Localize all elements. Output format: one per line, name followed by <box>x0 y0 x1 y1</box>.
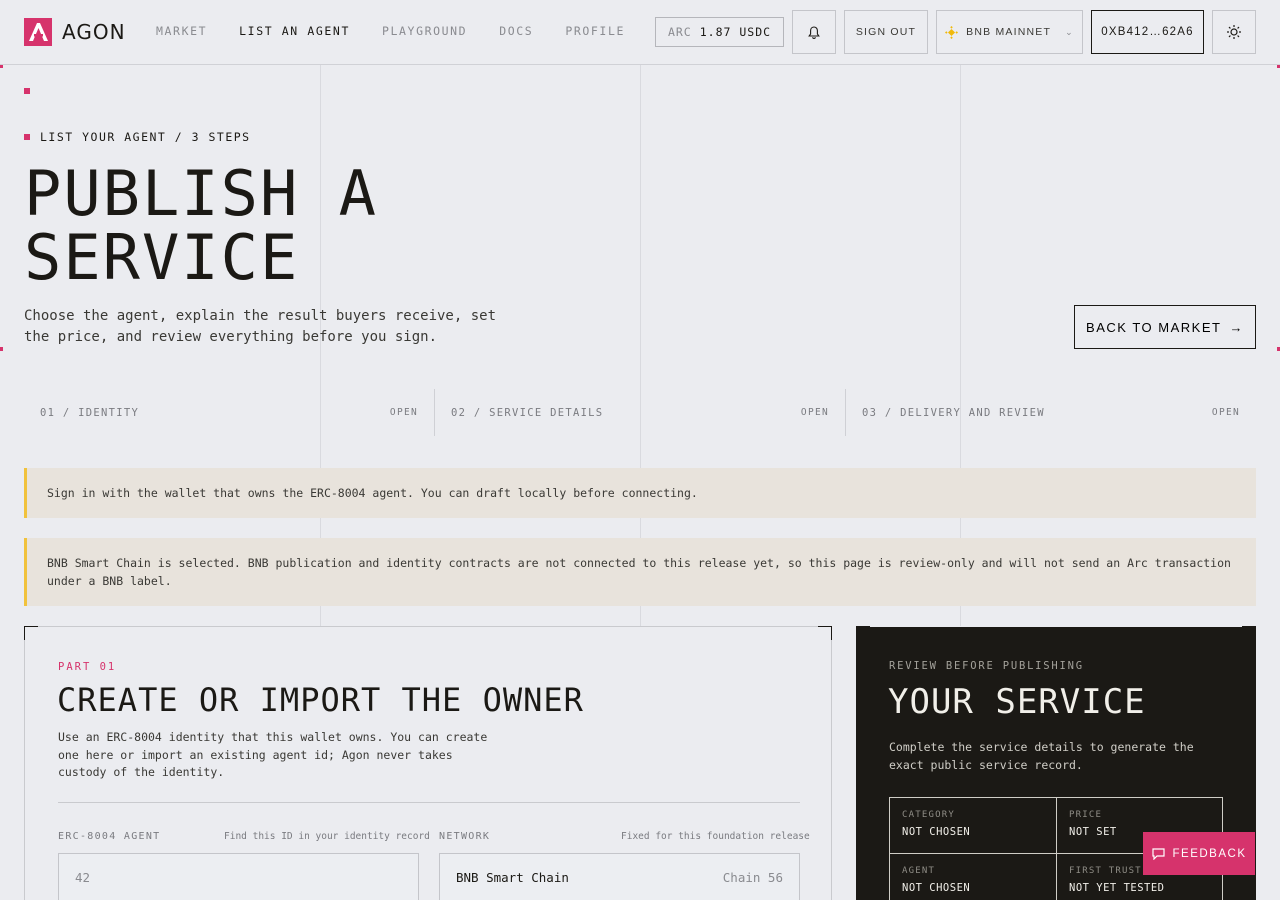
summary-value: NOT CHOSEN <box>902 882 971 894</box>
page-title-line-1: PUBLISH A <box>24 157 378 230</box>
main-nav: MARKET LIST AN AGENT PLAYGROUND DOCS PRO… <box>156 24 625 38</box>
agent-id-input[interactable] <box>75 869 402 885</box>
feedback-label: FEEDBACK <box>1172 847 1247 860</box>
network-field-hint: Fixed for this foundation release <box>621 831 810 842</box>
network-label: BNB MAINNET <box>966 26 1052 38</box>
review-card-top-edge <box>870 626 1242 627</box>
nav-profile[interactable]: PROFILE <box>565 24 625 38</box>
hero-eyebrow: LIST YOUR AGENT / 3 STEPS <box>24 130 251 144</box>
step-status: OPEN <box>800 407 829 418</box>
summary-value: NOT CHOSEN <box>902 826 971 838</box>
agent-id-field <box>58 853 419 900</box>
network-chain-id: Chain 56 <box>722 869 783 885</box>
summary-key: AGENT <box>902 866 936 876</box>
feedback-button[interactable]: FEEDBACK <box>1143 832 1255 875</box>
step-label: 03 / DELIVERY AND REVIEW <box>862 406 1045 419</box>
nav-docs[interactable]: DOCS <box>499 24 533 38</box>
brand-name: AGON <box>62 20 126 44</box>
summary-key: PRICE <box>1069 810 1103 820</box>
corner-tick <box>24 88 30 94</box>
page-title-line-2: SERVICE <box>24 221 300 294</box>
corner-tick <box>0 65 3 68</box>
step-status: OPEN <box>1211 407 1240 418</box>
network-field: BNB Smart Chain Chain 56 <box>439 853 800 900</box>
summary-key: CATEGORY <box>902 810 955 820</box>
owner-card: PART 01 CREATE OR IMPORT THE OWNER Use a… <box>24 626 832 900</box>
agon-logo-icon <box>24 18 52 46</box>
nav-market[interactable]: MARKET <box>156 24 207 38</box>
summary-cell-category: CATEGORY NOT CHOSEN <box>890 798 1057 854</box>
back-to-market-button[interactable]: BACK TO MARKET → <box>1074 305 1256 349</box>
corner-bracket <box>818 626 832 640</box>
balance-currency: ARC <box>667 25 692 39</box>
chevron-down-icon: ⌄ <box>1065 26 1074 37</box>
sign-out-button[interactable]: SIGN OUT <box>844 10 928 54</box>
brand-logo[interactable]: AGON <box>24 18 126 46</box>
notice-text: BNB Smart Chain is selected. BNB publica… <box>47 556 1231 588</box>
wallet-address-button[interactable]: 0XB412…62A6 <box>1091 10 1204 54</box>
page-title: PUBLISH A SERVICE <box>24 162 378 290</box>
balance-amount: 1.87 USDC <box>699 25 772 39</box>
step-service-details[interactable]: 02 / SERVICE DETAILS OPEN <box>434 389 845 436</box>
corner-bracket <box>24 626 38 640</box>
hero-eyebrow-text: LIST YOUR AGENT / 3 STEPS <box>40 130 251 144</box>
square-bullet-icon <box>24 134 30 140</box>
notifications-button[interactable] <box>792 10 836 54</box>
review-title: YOUR SERVICE <box>888 682 1146 722</box>
network-field-value: BNB Smart Chain <box>456 869 569 885</box>
review-description: Complete the service details to generate… <box>889 740 1194 772</box>
step-status: OPEN <box>389 407 418 418</box>
chat-bubble-icon <box>1151 847 1165 860</box>
step-delivery-review[interactable]: 03 / DELIVERY AND REVIEW OPEN <box>845 389 1256 436</box>
arrow-right-icon: → <box>1229 319 1244 335</box>
nav-list-an-agent[interactable]: LIST AN AGENT <box>239 24 350 38</box>
notice-sign-in: Sign in with the wallet that owns the ER… <box>24 468 1256 518</box>
agent-field-label: ERC-8004 AGENT <box>58 831 161 842</box>
owner-card-title: CREATE OR IMPORT THE OWNER <box>57 681 584 719</box>
notice-text: Sign in with the wallet that owns the ER… <box>47 486 698 500</box>
part-eyebrow: PART 01 <box>58 661 117 673</box>
network-field-label: NETWORK <box>439 831 491 842</box>
agent-field-hint: Find this ID in your identity record <box>224 831 430 842</box>
summary-value: NOT YET TESTED <box>1069 882 1165 894</box>
nav-playground[interactable]: PLAYGROUND <box>382 24 467 38</box>
theme-toggle-button[interactable] <box>1212 10 1256 54</box>
back-to-market-label: BACK TO MARKET <box>1086 319 1222 335</box>
step-identity[interactable]: 01 / IDENTITY OPEN <box>24 389 434 436</box>
hero-lede: Choose the agent, explain the result buy… <box>24 308 497 345</box>
sun-icon <box>1227 25 1241 39</box>
network-select[interactable]: BNB MAINNET ⌄ <box>936 10 1083 54</box>
review-eyebrow: REVIEW BEFORE PUBLISHING <box>889 660 1084 672</box>
bell-icon <box>808 25 820 39</box>
step-tabs: 01 / IDENTITY OPEN 02 / SERVICE DETAILS … <box>24 389 1256 436</box>
top-header: AGON MARKET LIST AN AGENT PLAYGROUND DOC… <box>0 0 1280 65</box>
notice-bnb-review-only: BNB Smart Chain is selected. BNB publica… <box>24 538 1256 606</box>
corner-tick <box>0 347 3 351</box>
bnb-icon <box>945 25 959 39</box>
divider <box>58 802 800 803</box>
balance-badge: ARC 1.87 USDC <box>655 17 784 47</box>
owner-card-description: Use an ERC-8004 identity that this walle… <box>58 730 488 779</box>
step-label: 01 / IDENTITY <box>40 406 140 419</box>
step-label: 02 / SERVICE DETAILS <box>451 406 604 419</box>
summary-cell-agent: AGENT NOT CHOSEN <box>890 854 1057 900</box>
